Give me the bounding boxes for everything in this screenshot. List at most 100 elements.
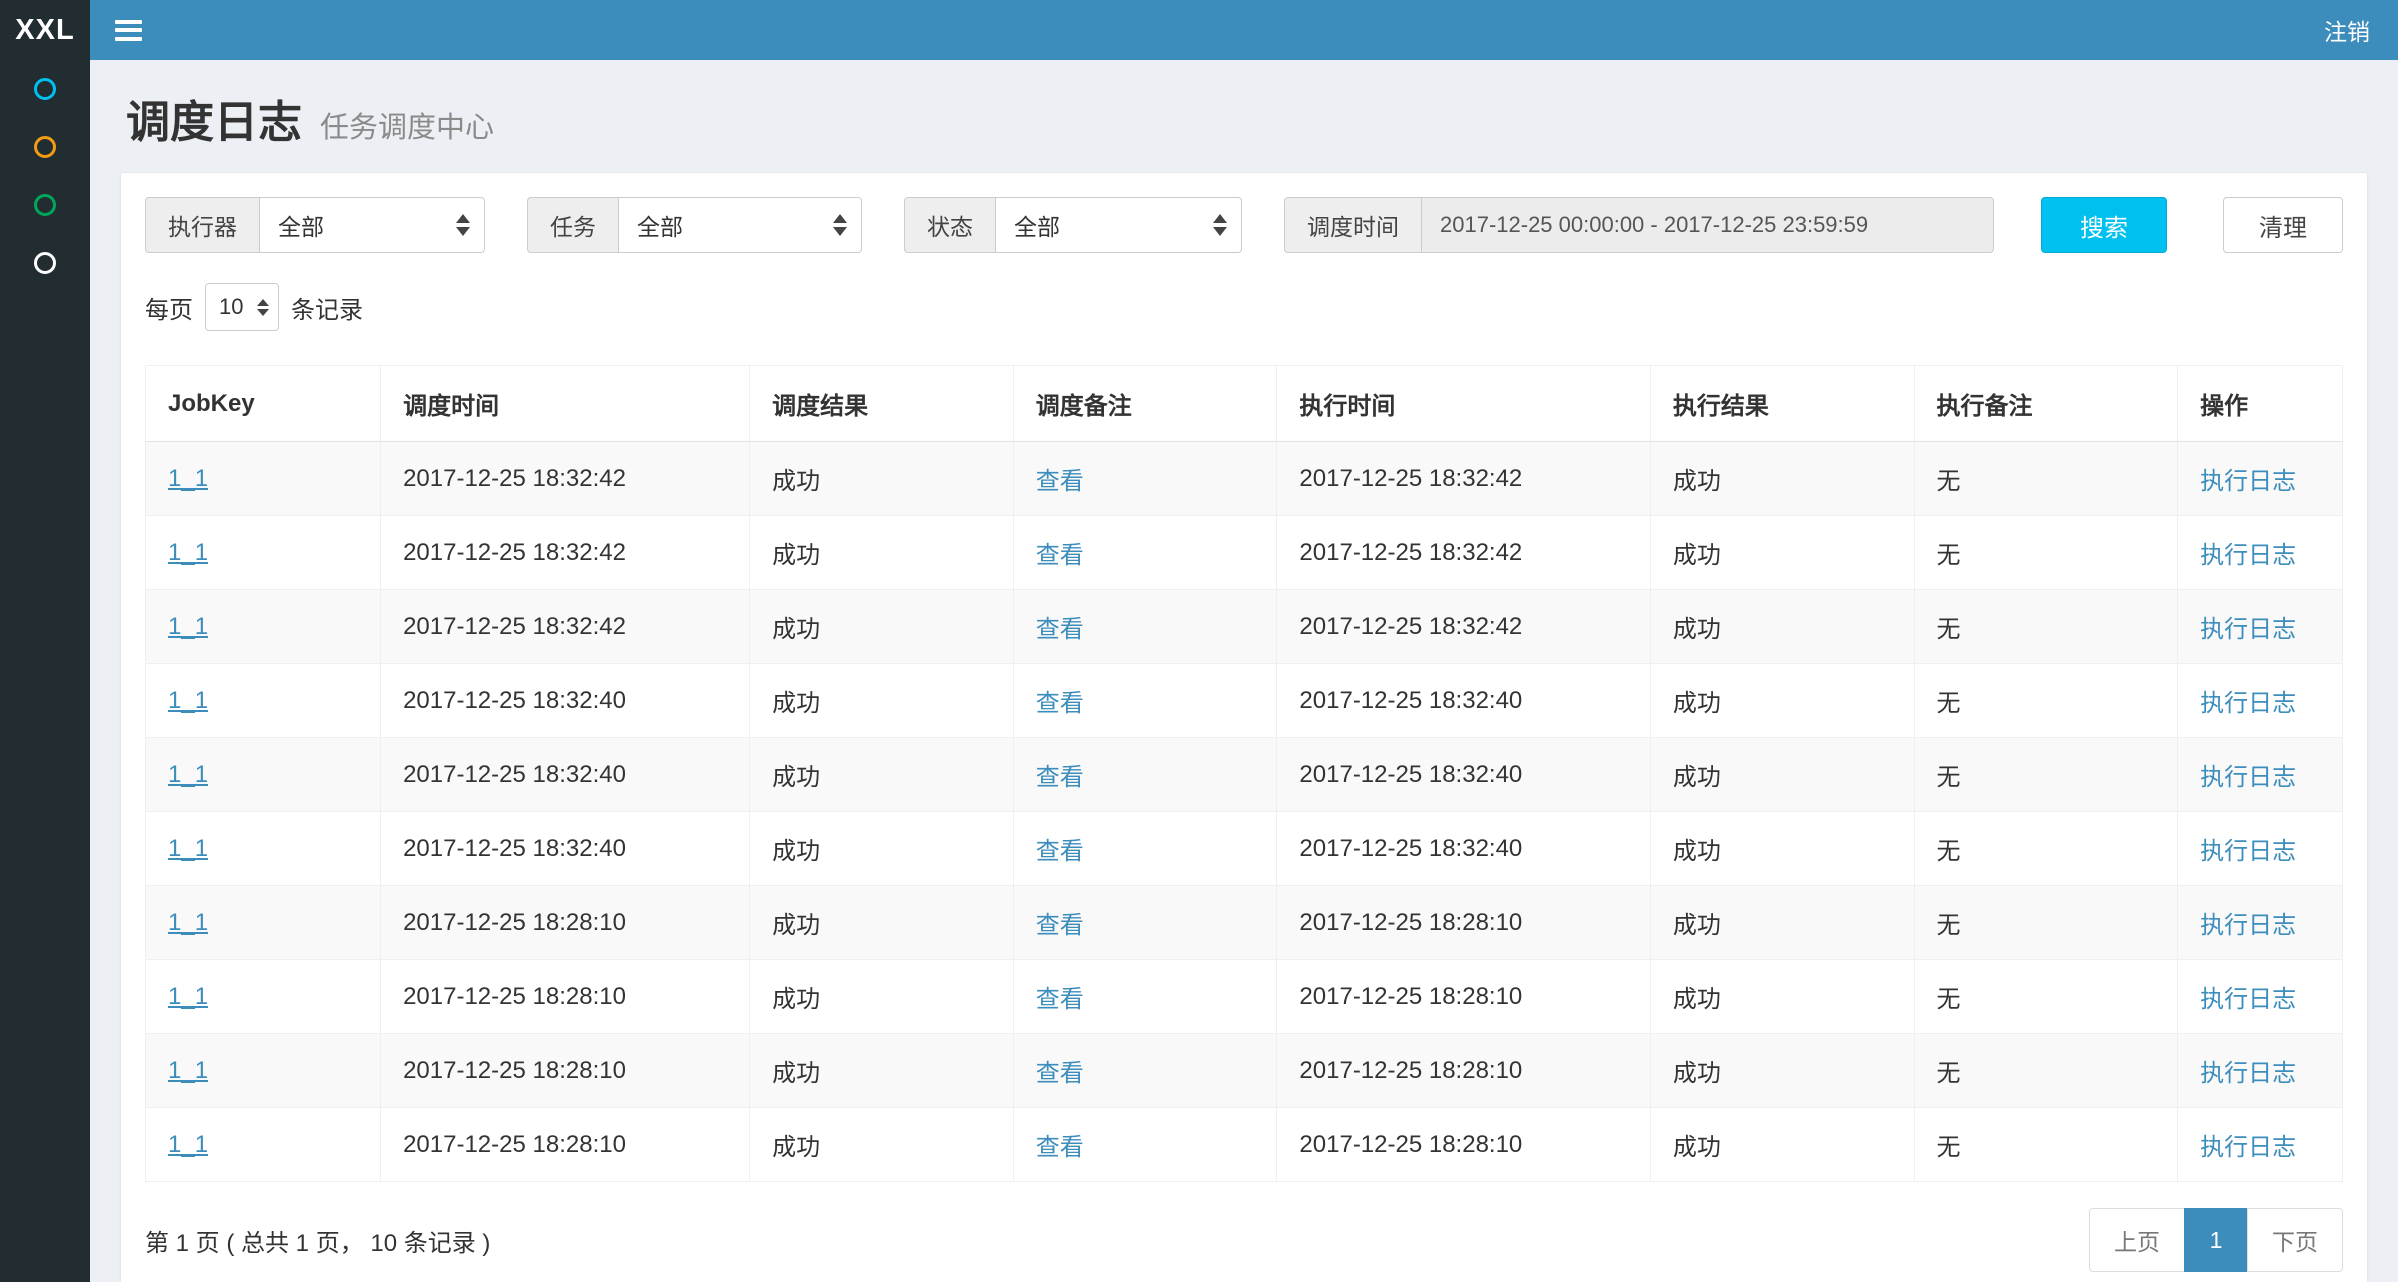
job-select[interactable]: 全部 <box>618 197 862 253</box>
handle-time-cell: 2017-12-25 18:28:10 <box>1277 960 1650 1034</box>
job-key-link[interactable]: 1_1 <box>168 613 208 640</box>
trigger-time-cell: 2017-12-25 18:28:10 <box>381 886 750 960</box>
exec-log-link[interactable]: 执行日志 <box>2200 764 2296 791</box>
job-key-link[interactable]: 1_1 <box>168 909 208 936</box>
executor-select-value: 全部 <box>278 208 324 242</box>
next-page-button[interactable]: 下页 <box>2247 1208 2343 1272</box>
clear-button[interactable]: 清理 <box>2223 197 2343 253</box>
table-row: 1_1 2017-12-25 18:32:40 成功 查看 2017-12-25… <box>146 812 2343 886</box>
trigger-time-range-input[interactable] <box>1421 197 1994 253</box>
trigger-msg-link[interactable]: 查看 <box>1036 1060 1084 1087</box>
handle-result-cell: 成功 <box>1650 590 1914 664</box>
handle-msg-cell: 无 <box>1914 886 2178 960</box>
job-key-link[interactable]: 1_1 <box>168 835 208 862</box>
circle-outline-icon <box>34 194 56 216</box>
exec-log-link[interactable]: 执行日志 <box>2200 986 2296 1013</box>
trigger-msg-link[interactable]: 查看 <box>1036 912 1084 939</box>
handle-time-cell: 2017-12-25 18:32:42 <box>1277 516 1650 590</box>
trigger-msg-link[interactable]: 查看 <box>1036 986 1084 1013</box>
column-header-jobkey: JobKey <box>146 366 381 442</box>
job-filter-label: 任务 <box>527 197 618 253</box>
trigger-time-cell: 2017-12-25 18:32:42 <box>381 516 750 590</box>
trigger-time-cell: 2017-12-25 18:32:40 <box>381 812 750 886</box>
exec-log-link[interactable]: 执行日志 <box>2200 542 2296 569</box>
select-arrows-icon <box>1213 214 1227 236</box>
column-header-handle-msg: 执行备注 <box>1914 366 2178 442</box>
exec-log-link[interactable]: 执行日志 <box>2200 1060 2296 1087</box>
trigger-result-cell: 成功 <box>750 738 1014 812</box>
sidebar-toggle-button[interactable] <box>90 0 166 60</box>
job-key-link[interactable]: 1_1 <box>168 761 208 788</box>
exec-log-link[interactable]: 执行日志 <box>2200 912 2296 939</box>
handle-msg-cell: 无 <box>1914 812 2178 886</box>
sidebar <box>0 60 90 1282</box>
table-footer: 第 1 页 ( 总共 1 页， 10 条记录 ) 上页 1 下页 <box>145 1208 2343 1272</box>
trigger-time-cell: 2017-12-25 18:32:40 <box>381 664 750 738</box>
handle-time-cell: 2017-12-25 18:32:40 <box>1277 738 1650 812</box>
current-page-button[interactable]: 1 <box>2184 1208 2248 1272</box>
search-button[interactable]: 搜索 <box>2041 197 2167 253</box>
status-select[interactable]: 全部 <box>995 197 1242 253</box>
content-header: 调度日志 任务调度中心 <box>90 60 2398 150</box>
trigger-result-cell: 成功 <box>750 960 1014 1034</box>
job-key-link[interactable]: 1_1 <box>168 539 208 566</box>
job-key-link[interactable]: 1_1 <box>168 1057 208 1084</box>
logout-link[interactable]: 注销 <box>2296 0 2398 60</box>
table-row: 1_1 2017-12-25 18:32:42 成功 查看 2017-12-25… <box>146 516 2343 590</box>
handle-result-cell: 成功 <box>1650 812 1914 886</box>
job-key-link[interactable]: 1_1 <box>168 983 208 1010</box>
prev-page-button[interactable]: 上页 <box>2089 1208 2185 1272</box>
executor-select[interactable]: 全部 <box>259 197 485 253</box>
handle-msg-cell: 无 <box>1914 664 2178 738</box>
select-arrows-icon <box>456 214 470 236</box>
page-subtitle: 任务调度中心 <box>320 104 494 146</box>
handle-msg-cell: 无 <box>1914 1034 2178 1108</box>
trigger-result-cell: 成功 <box>750 1034 1014 1108</box>
exec-log-link[interactable]: 执行日志 <box>2200 690 2296 717</box>
exec-log-link[interactable]: 执行日志 <box>2200 468 2296 495</box>
handle-time-cell: 2017-12-25 18:32:42 <box>1277 590 1650 664</box>
table-row: 1_1 2017-12-25 18:28:10 成功 查看 2017-12-25… <box>146 1108 2343 1182</box>
sidebar-item-3[interactable] <box>0 176 90 234</box>
exec-log-link[interactable]: 执行日志 <box>2200 616 2296 643</box>
top-navbar: XXL 注销 <box>0 0 2398 60</box>
trigger-msg-link[interactable]: 查看 <box>1036 616 1084 643</box>
table-row: 1_1 2017-12-25 18:32:42 成功 查看 2017-12-25… <box>146 590 2343 664</box>
select-arrows-icon <box>257 299 269 316</box>
trigger-result-cell: 成功 <box>750 812 1014 886</box>
sidebar-item-2[interactable] <box>0 118 90 176</box>
job-key-link[interactable]: 1_1 <box>168 465 208 492</box>
trigger-time-cell: 2017-12-25 18:32:40 <box>381 738 750 812</box>
job-key-link[interactable]: 1_1 <box>168 1131 208 1158</box>
content-box: 执行器 全部 任务 全部 状态 全部 <box>120 172 2368 1282</box>
trigger-msg-link[interactable]: 查看 <box>1036 1134 1084 1161</box>
table-row: 1_1 2017-12-25 18:28:10 成功 查看 2017-12-25… <box>146 960 2343 1034</box>
app-root: XXL 注销 调度日志 任务调度中心 执行器 <box>0 0 2398 1282</box>
column-header-trigger-result: 调度结果 <box>750 366 1014 442</box>
handle-result-cell: 成功 <box>1650 516 1914 590</box>
trigger-result-cell: 成功 <box>750 1108 1014 1182</box>
app-logo[interactable]: XXL <box>0 0 90 60</box>
exec-log-link[interactable]: 执行日志 <box>2200 1134 2296 1161</box>
handle-time-cell: 2017-12-25 18:32:40 <box>1277 812 1650 886</box>
trigger-msg-link[interactable]: 查看 <box>1036 838 1084 865</box>
circle-outline-icon <box>34 78 56 100</box>
trigger-time-cell: 2017-12-25 18:32:42 <box>381 442 750 516</box>
trigger-msg-link[interactable]: 查看 <box>1036 542 1084 569</box>
sidebar-item-1[interactable] <box>0 60 90 118</box>
sidebar-item-4[interactable] <box>0 234 90 292</box>
trigger-time-filter-group: 调度时间 <box>1284 197 1994 253</box>
trigger-msg-link[interactable]: 查看 <box>1036 468 1084 495</box>
handle-result-cell: 成功 <box>1650 1034 1914 1108</box>
handle-result-cell: 成功 <box>1650 1108 1914 1182</box>
page-size-select[interactable]: 10 <box>205 283 279 331</box>
trigger-msg-link[interactable]: 查看 <box>1036 764 1084 791</box>
job-key-link[interactable]: 1_1 <box>168 687 208 714</box>
page-size-prefix: 每页 <box>145 290 193 325</box>
handle-msg-cell: 无 <box>1914 442 2178 516</box>
handle-result-cell: 成功 <box>1650 738 1914 812</box>
circle-outline-icon <box>34 136 56 158</box>
pagination-info: 第 1 页 ( 总共 1 页， 10 条记录 ) <box>145 1223 490 1258</box>
exec-log-link[interactable]: 执行日志 <box>2200 838 2296 865</box>
trigger-msg-link[interactable]: 查看 <box>1036 690 1084 717</box>
